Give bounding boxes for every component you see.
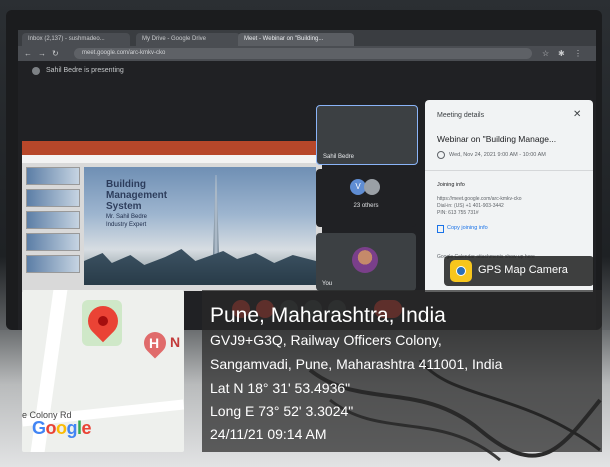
star-icon[interactable]: ☆ [542, 48, 549, 59]
address-line-1: GVJ9+G3Q, Railway Officers Colony, [210, 332, 442, 348]
powerpoint-toolbar [22, 155, 322, 163]
slide-thumbnails [26, 167, 82, 287]
forward-icon[interactable]: → [38, 48, 46, 59]
slide-thumbnail [26, 189, 80, 207]
meeting-title: Webinar on "Building Manage... [437, 134, 557, 144]
tab-gmail[interactable]: Inbox (2,137) - sushmadeo... [22, 33, 130, 46]
slide-thumbnail [26, 255, 80, 273]
others-avatar-photo [364, 179, 380, 195]
presenter-tile[interactable]: Sahil Bedre [316, 105, 418, 165]
slide-thumbnail [26, 233, 80, 251]
presenter-icon [32, 67, 40, 75]
slide-thumbnail [26, 167, 80, 185]
joining-info-label: Joining info [437, 182, 465, 188]
city-skyline-image [84, 249, 316, 285]
self-tile[interactable]: You [316, 233, 416, 291]
longitude: Long E 73° 52' 3.3024" [210, 403, 354, 419]
timestamp: 24/11/21 09:14 AM [210, 426, 327, 442]
location-pin-dot [98, 316, 108, 326]
current-slide: Building Management System Mr. Sahil Bed… [84, 167, 316, 285]
reload-icon[interactable]: ↻ [52, 48, 59, 59]
divider [425, 170, 593, 171]
shared-screen: Building Management System Mr. Sahil Bed… [22, 141, 322, 291]
menu-icon[interactable]: ⋮ [574, 48, 582, 59]
tab-meet[interactable]: Meet - Webinar on "Building... [238, 33, 354, 46]
tab-drive[interactable]: My Drive - Google Drive [136, 33, 240, 46]
extensions-icon[interactable]: ✱ [558, 48, 565, 59]
photo: Inbox (2,137) - sushmadeo... My Drive - … [0, 0, 610, 467]
meeting-datetime: Wed, Nov 24, 2021 9:00 AM - 10:00 AM [449, 152, 546, 158]
slide-thumbnail [26, 211, 80, 229]
self-label: You [322, 281, 333, 287]
gps-map-camera-badge: GPS Map Camera [444, 256, 594, 286]
back-icon[interactable]: ← [24, 48, 32, 59]
close-icon[interactable]: ✕ [573, 109, 581, 120]
gps-badge-label: GPS Map Camera [478, 264, 568, 276]
copy-icon [437, 225, 444, 233]
slide-title: Building Management System [106, 179, 168, 212]
self-avatar [352, 247, 378, 273]
address-line-2: Sangamvadi, Pune, Maharashtra 411001, In… [210, 356, 503, 372]
camera-lens-icon [456, 266, 466, 276]
location-city: Pune, Maharashtra, India [210, 304, 446, 327]
location-map: H N e Colony Rd Google [22, 290, 184, 452]
url-input[interactable]: meet.google.com/arc-kmkv-cko [74, 48, 532, 59]
copy-joining-info-button[interactable]: Copy joining info [447, 225, 488, 231]
geotag-overlay: H N e Colony Rd Google Pune, Maharashtra… [18, 290, 602, 455]
meeting-details-heading: Meeting details [437, 112, 485, 119]
powerpoint-ribbon [22, 141, 322, 155]
slide-subtitle: Mr. Sahil Bedre Industry Expert [106, 214, 148, 228]
others-count: 23 others [353, 203, 379, 209]
clock-icon [437, 151, 445, 159]
google-logo: Google [32, 418, 92, 438]
browser-tab-bar: Inbox (2,137) - sushmadeo... My Drive - … [18, 30, 596, 46]
map-edge-letter: N [170, 334, 181, 350]
hospital-letter: H [149, 335, 160, 351]
joining-info: https://meet.google.com/arc-kmkv-cko Dia… [437, 196, 522, 216]
location-info-box: Pune, Maharashtra, India GVJ9+G3Q, Railw… [202, 290, 602, 452]
address-bar: ← → ↻ meet.google.com/arc-kmkv-cko ☆ ✱ ⋮ [18, 46, 596, 61]
presenter-name: Sahil Bedre [323, 154, 355, 160]
presenting-label: Sahil Bedre is presenting [46, 67, 124, 74]
latitude: Lat N 18° 31' 53.4936" [210, 380, 351, 396]
others-tile[interactable]: V 23 others [316, 169, 416, 227]
